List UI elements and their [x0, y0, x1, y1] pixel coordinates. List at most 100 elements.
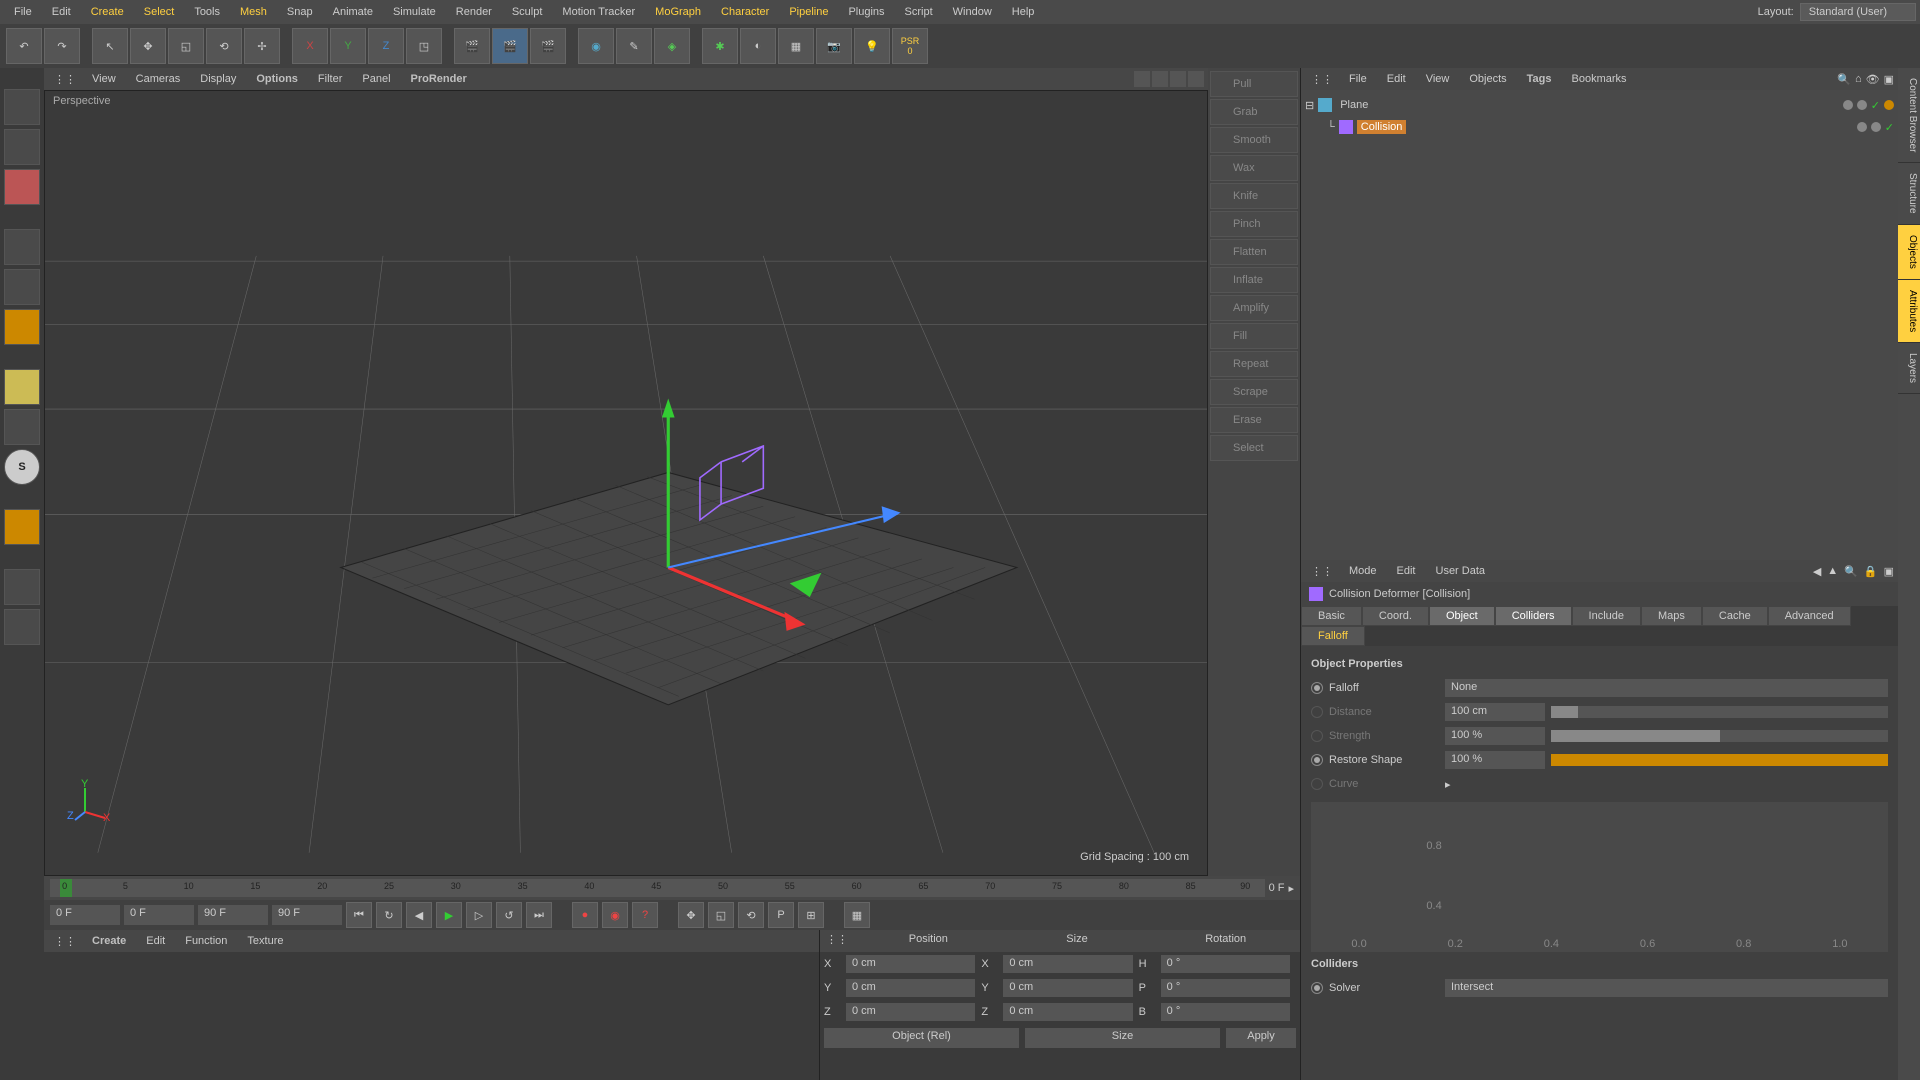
workplane-tool-button[interactable] [4, 509, 40, 545]
menu-simulate[interactable]: Simulate [383, 2, 446, 22]
menu-file[interactable]: File [4, 2, 42, 22]
viewport-3d[interactable]: Perspective [44, 90, 1208, 876]
distance-field[interactable]: 100 cm [1445, 703, 1545, 721]
vp-nav-icon1[interactable] [1134, 71, 1150, 87]
sculpt-select[interactable]: Select [1210, 435, 1298, 461]
curve-expand-icon[interactable]: ▸ [1445, 778, 1451, 791]
timeline[interactable]: 0 5 10 15 20 25 30 35 40 45 50 55 60 65 … [44, 876, 1300, 900]
frame-start-field[interactable]: 0 F [50, 905, 120, 925]
vp-menu-panel[interactable]: Panel [352, 71, 400, 87]
tag-phong-icon[interactable] [1884, 100, 1894, 110]
obj-menu-bookmarks[interactable]: Bookmarks [1562, 71, 1637, 87]
vp-nav-icon2[interactable] [1152, 71, 1168, 87]
sculpt-scrape[interactable]: Scrape [1210, 379, 1298, 405]
solver-radio[interactable] [1311, 982, 1323, 994]
rotate-tool[interactable]: ⟲ [206, 28, 242, 64]
play-button[interactable]: ▶ [436, 902, 462, 928]
menu-motiontracker[interactable]: Motion Tracker [552, 2, 645, 22]
edge-mode-button[interactable] [4, 269, 40, 305]
sculpt-wax[interactable]: Wax [1210, 155, 1298, 181]
menu-window[interactable]: Window [943, 2, 1002, 22]
render-view-button[interactable]: 🎬 [454, 28, 490, 64]
strength-field[interactable]: 100 % [1445, 727, 1545, 745]
menu-edit[interactable]: Edit [42, 2, 81, 22]
size-x-input[interactable]: 0 cm [1003, 955, 1132, 973]
light2-button[interactable]: 💡 [854, 28, 890, 64]
timeline-ruler[interactable]: 0 5 10 15 20 25 30 35 40 45 50 55 60 65 … [50, 879, 1265, 897]
attr-tab-maps[interactable]: Maps [1641, 606, 1702, 626]
vp-nav-icon4[interactable] [1188, 71, 1204, 87]
attr-lock-icon[interactable]: 🔒 [1864, 565, 1878, 578]
autokey-button[interactable]: ◉ [602, 902, 628, 928]
scale-tool[interactable]: ◱ [168, 28, 204, 64]
goto-start-button[interactable]: ⏮ [346, 902, 372, 928]
attr-tab-basic[interactable]: Basic [1301, 606, 1362, 626]
axis-x-button[interactable]: X [292, 28, 328, 64]
solver-dropdown[interactable]: Intersect [1445, 979, 1888, 997]
attr-tab-advanced[interactable]: Advanced [1768, 606, 1851, 626]
sculpt-fill[interactable]: Fill [1210, 323, 1298, 349]
attr-tab-cache[interactable]: Cache [1702, 606, 1768, 626]
distance-slider[interactable] [1551, 706, 1888, 718]
attr-menu-userdata[interactable]: User Data [1426, 563, 1496, 579]
menu-mesh[interactable]: Mesh [230, 2, 277, 22]
loop2-button[interactable]: ↺ [496, 902, 522, 928]
menu-sculpt[interactable]: Sculpt [502, 2, 553, 22]
spline-button[interactable]: ✎ [616, 28, 652, 64]
frame-max2-field[interactable]: 90 F [272, 905, 342, 925]
deformer-button[interactable]: ✱ [702, 28, 738, 64]
axis-y-button[interactable]: Y [330, 28, 366, 64]
pos-x-input[interactable]: 0 cm [846, 955, 975, 973]
vis-dot-2[interactable] [1857, 100, 1867, 110]
menu-tools[interactable]: Tools [184, 2, 230, 22]
sculpt-pull[interactable]: Pull [1210, 71, 1298, 97]
menu-pipeline[interactable]: Pipeline [779, 2, 838, 22]
attr-new-icon[interactable]: ▣ [1884, 565, 1894, 578]
attr-tab-falloff[interactable]: Falloff [1301, 626, 1365, 646]
menu-script[interactable]: Script [895, 2, 943, 22]
render-pv-button[interactable]: 🎬 [492, 28, 528, 64]
obj-menu-file[interactable]: File [1339, 71, 1377, 87]
menu-plugins[interactable]: Plugins [838, 2, 894, 22]
menu-help[interactable]: Help [1002, 2, 1045, 22]
attr-menu-mode[interactable]: Mode [1339, 563, 1387, 579]
model-mode-button[interactable] [4, 89, 40, 125]
rot-h-input[interactable]: 0 ° [1161, 955, 1290, 973]
record-button[interactable]: ● [572, 902, 598, 928]
menu-create[interactable]: Create [81, 2, 134, 22]
sculpt-erase[interactable]: Erase [1210, 407, 1298, 433]
menu-render[interactable]: Render [446, 2, 502, 22]
sculpt-grab[interactable]: Grab [1210, 99, 1298, 125]
environment-button[interactable]: ◐ [740, 28, 776, 64]
tree-row-plane[interactable]: ⊟ Plane ✓ [1305, 94, 1894, 116]
attr-tab-object[interactable]: Object [1429, 606, 1495, 626]
poly-mode-button[interactable] [4, 309, 40, 345]
attr-tab-colliders[interactable]: Colliders [1495, 606, 1572, 626]
layout-dropdown[interactable]: Standard (User) [1800, 3, 1916, 21]
vp-nav-icon3[interactable] [1170, 71, 1186, 87]
coord-system-button[interactable]: ◳ [406, 28, 442, 64]
coord-size-dropdown[interactable]: Size [1025, 1028, 1220, 1048]
curve-editor[interactable]: 0.8 0.4 0.0 0.2 0.4 0.6 0.8 1.0 [1311, 802, 1888, 952]
sculpt-flatten[interactable]: Flatten [1210, 239, 1298, 265]
vp-menu-options[interactable]: Options [246, 71, 308, 87]
vp-menu-cameras[interactable]: Cameras [126, 71, 191, 87]
attr-prev-icon[interactable]: ◀ [1813, 565, 1821, 578]
size-y-input[interactable]: 0 cm [1003, 979, 1132, 997]
render-settings-button[interactable]: 🎬 [530, 28, 566, 64]
sculpt-amplify[interactable]: Amplify [1210, 295, 1298, 321]
restore-radio[interactable] [1311, 754, 1323, 766]
attr-search-icon[interactable]: 🔍 [1844, 565, 1858, 578]
texture-mode-button[interactable] [4, 129, 40, 165]
vp-menu-view[interactable]: View [82, 71, 126, 87]
keyhelp-button[interactable]: ? [632, 902, 658, 928]
obj-max-icon[interactable]: ▣ [1884, 73, 1894, 86]
strength-slider[interactable] [1551, 730, 1888, 742]
key-param-button[interactable]: P [768, 902, 794, 928]
key-pla-button[interactable]: ⊞ [798, 902, 824, 928]
obj-menu-view[interactable]: View [1416, 71, 1460, 87]
cube-primitive-button[interactable]: ◉ [578, 28, 614, 64]
obj-grip-icon[interactable]: ⋮⋮ [1305, 73, 1339, 86]
undo-button[interactable]: ↶ [6, 28, 42, 64]
psr-button[interactable]: PSR0 [892, 28, 928, 64]
